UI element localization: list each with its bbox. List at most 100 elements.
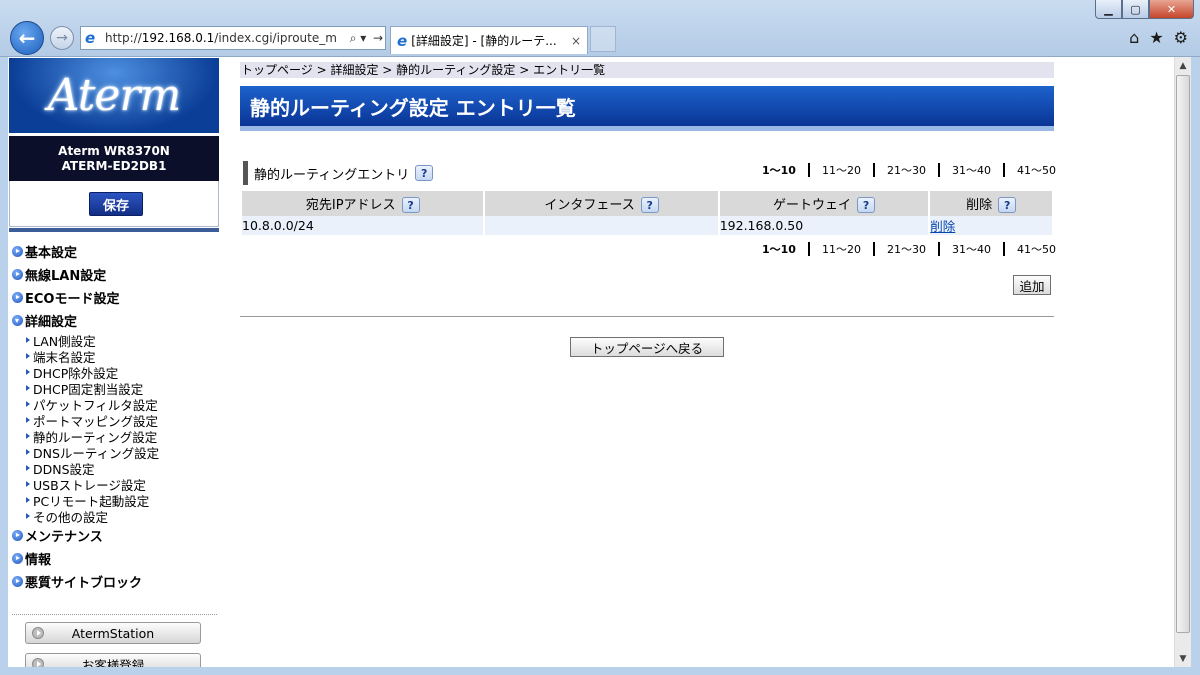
- sidebar-item-maintenance[interactable]: メンテナンス: [12, 524, 220, 547]
- triangle-icon: [26, 481, 30, 487]
- close-window-button[interactable]: ✕: [1149, 0, 1194, 19]
- ie-tab-icon: e: [397, 31, 408, 50]
- page-link-3[interactable]: 21〜30: [881, 162, 932, 178]
- triangle-icon: [26, 353, 30, 359]
- favorites-star-icon[interactable]: ★: [1149, 28, 1163, 47]
- pager-separator: [807, 242, 810, 256]
- routing-table: 宛先IPアドレス? インタフェース? ゲートウェイ? 削除? 10.8.0.0/…: [240, 191, 1054, 235]
- pager-separator: [937, 242, 940, 256]
- scroll-thumb[interactable]: [1176, 75, 1190, 633]
- page-title: 静的ルーティング設定 エントリ一覧: [240, 86, 1054, 131]
- back-to-top-button[interactable]: トップページへ戻る: [570, 337, 724, 357]
- save-button[interactable]: 保存: [89, 192, 143, 216]
- search-dropdown-icon[interactable]: ⌕ ▾: [345, 31, 371, 46]
- back-button[interactable]: ←: [10, 21, 44, 55]
- triangle-icon: [26, 513, 30, 519]
- pager-separator: [1002, 163, 1005, 177]
- page-link-5[interactable]: 41〜50: [1011, 241, 1062, 257]
- vertical-scrollbar[interactable]: ▲ ▼: [1174, 57, 1191, 667]
- page-link-1[interactable]: 1〜10: [756, 162, 802, 178]
- sidebar-item-site-block[interactable]: 悪質サイトブロック: [12, 570, 220, 593]
- help-icon[interactable]: ?: [640, 197, 659, 214]
- bullet-arrow-icon: [12, 530, 23, 541]
- maximize-button[interactable]: ▢: [1122, 0, 1149, 19]
- settings-gear-icon[interactable]: ⚙: [1174, 28, 1188, 47]
- pager-bottom: 1〜10 11〜20 21〜30 31〜40 41〜50: [756, 241, 1062, 257]
- aterm-logo: Aterm: [9, 58, 219, 134]
- page-link-4[interactable]: 31〜40: [946, 241, 997, 257]
- page-link-2[interactable]: 11〜20: [816, 162, 867, 178]
- sidebar-menu: 基本設定 無線LAN設定 ECOモード設定 詳細設定 LAN側設定 端末名設定 …: [12, 240, 220, 593]
- browser-chrome: ▁ ▢ ✕ ← → e http://192.168.0.1/index.cgi…: [0, 0, 1200, 57]
- pager-separator: [872, 163, 875, 177]
- home-icon[interactable]: ⌂: [1129, 28, 1139, 47]
- triangle-icon: [26, 417, 30, 423]
- breadcrumb: トップページ > 詳細設定 > 静的ルーティング設定 > エントリ一覧: [240, 62, 1054, 78]
- minimize-button[interactable]: ▁: [1095, 0, 1122, 19]
- forward-button[interactable]: →: [50, 26, 74, 50]
- cell-dest: 10.8.0.0/24: [242, 216, 484, 235]
- sidebar-item-basic[interactable]: 基本設定: [12, 240, 220, 263]
- scroll-up-icon[interactable]: ▲: [1175, 57, 1191, 74]
- device-model: Aterm WR8370N ATERM-ED2DB1: [9, 134, 219, 181]
- pager-separator: [807, 163, 810, 177]
- help-icon[interactable]: ?: [998, 197, 1017, 214]
- triangle-icon: [26, 433, 30, 439]
- close-tab-icon[interactable]: ×: [571, 34, 581, 48]
- address-bar[interactable]: e http://192.168.0.1/index.cgi/iproute_m…: [80, 26, 386, 50]
- triangle-icon: [26, 369, 30, 375]
- model-name: Aterm WR8370N: [58, 144, 170, 158]
- triangle-icon: [26, 465, 30, 471]
- sidebar-item-info[interactable]: 情報: [12, 547, 220, 570]
- scroll-down-icon[interactable]: ▼: [1175, 650, 1191, 667]
- sidebar-item-eco[interactable]: ECOモード設定: [12, 286, 220, 309]
- customer-registration-button[interactable]: お客様登録: [25, 653, 201, 667]
- help-icon[interactable]: ?: [857, 197, 876, 214]
- page-link-1[interactable]: 1〜10: [756, 241, 802, 257]
- pager-separator: [872, 242, 875, 256]
- address-url[interactable]: http://192.168.0.1/index.cgi/iproute_m: [105, 31, 345, 45]
- browser-tools: ⌂ ★ ⚙: [1129, 28, 1188, 47]
- play-circle-icon: [32, 658, 44, 667]
- page-link-3[interactable]: 21〜30: [881, 241, 932, 257]
- arrow-left-icon: ←: [18, 26, 36, 50]
- sidebar-item-advanced[interactable]: 詳細設定: [12, 309, 220, 332]
- sidebar-item-wireless[interactable]: 無線LAN設定: [12, 263, 220, 286]
- advanced-submenu: LAN側設定 端末名設定 DHCP除外設定 DHCP固定割当設定 パケットフィル…: [12, 332, 220, 525]
- col-header-interface: インタフェース?: [485, 191, 718, 216]
- device-id: ATERM-ED2DB1: [61, 159, 167, 173]
- bullet-expanded-icon: [12, 315, 23, 326]
- bullet-arrow-icon: [12, 246, 23, 257]
- bullet-arrow-icon: [12, 576, 23, 587]
- triangle-icon: [26, 449, 30, 455]
- content-divider: [240, 316, 1054, 317]
- atermstation-button[interactable]: AtermStation: [25, 622, 201, 644]
- help-icon[interactable]: ?: [401, 197, 420, 214]
- bullet-arrow-icon: [12, 292, 23, 303]
- table-row: 10.8.0.0/24 192.168.0.50 削除: [242, 216, 1052, 235]
- menu-divider-dotted: [12, 614, 217, 615]
- page-link-4[interactable]: 31〜40: [946, 162, 997, 178]
- bullet-arrow-icon: [12, 269, 23, 280]
- add-button[interactable]: 追加: [1013, 275, 1051, 295]
- col-header-dest: 宛先IPアドレス?: [242, 191, 484, 216]
- new-tab-button[interactable]: [590, 26, 616, 52]
- tab-active[interactable]: e [詳細設定] - [静的ルーテ... ×: [390, 26, 588, 54]
- page-link-5[interactable]: 41〜50: [1011, 162, 1062, 178]
- table-header-row: 宛先IPアドレス? インタフェース? ゲートウェイ? 削除?: [242, 191, 1052, 216]
- submenu-item-other[interactable]: その他の設定: [26, 508, 220, 525]
- triangle-icon: [26, 385, 30, 391]
- arrow-right-icon: →: [56, 30, 68, 46]
- triangle-icon: [26, 401, 30, 407]
- help-icon[interactable]: ?: [415, 165, 434, 181]
- page-link-2[interactable]: 11〜20: [816, 241, 867, 257]
- go-icon[interactable]: →: [371, 31, 385, 45]
- cell-gateway: 192.168.0.50: [719, 216, 929, 235]
- delete-link[interactable]: 削除: [930, 219, 955, 234]
- ie-page-icon: e: [85, 29, 96, 47]
- section-bar: [243, 161, 248, 185]
- tab-title: [詳細設定] - [静的ルーテ...: [411, 34, 557, 48]
- cell-interface: [485, 216, 718, 235]
- page-viewport: Aterm Aterm WR8370N ATERM-ED2DB1 保存 基本設定…: [8, 57, 1174, 667]
- window-controls: ▁ ▢ ✕: [1095, 0, 1194, 19]
